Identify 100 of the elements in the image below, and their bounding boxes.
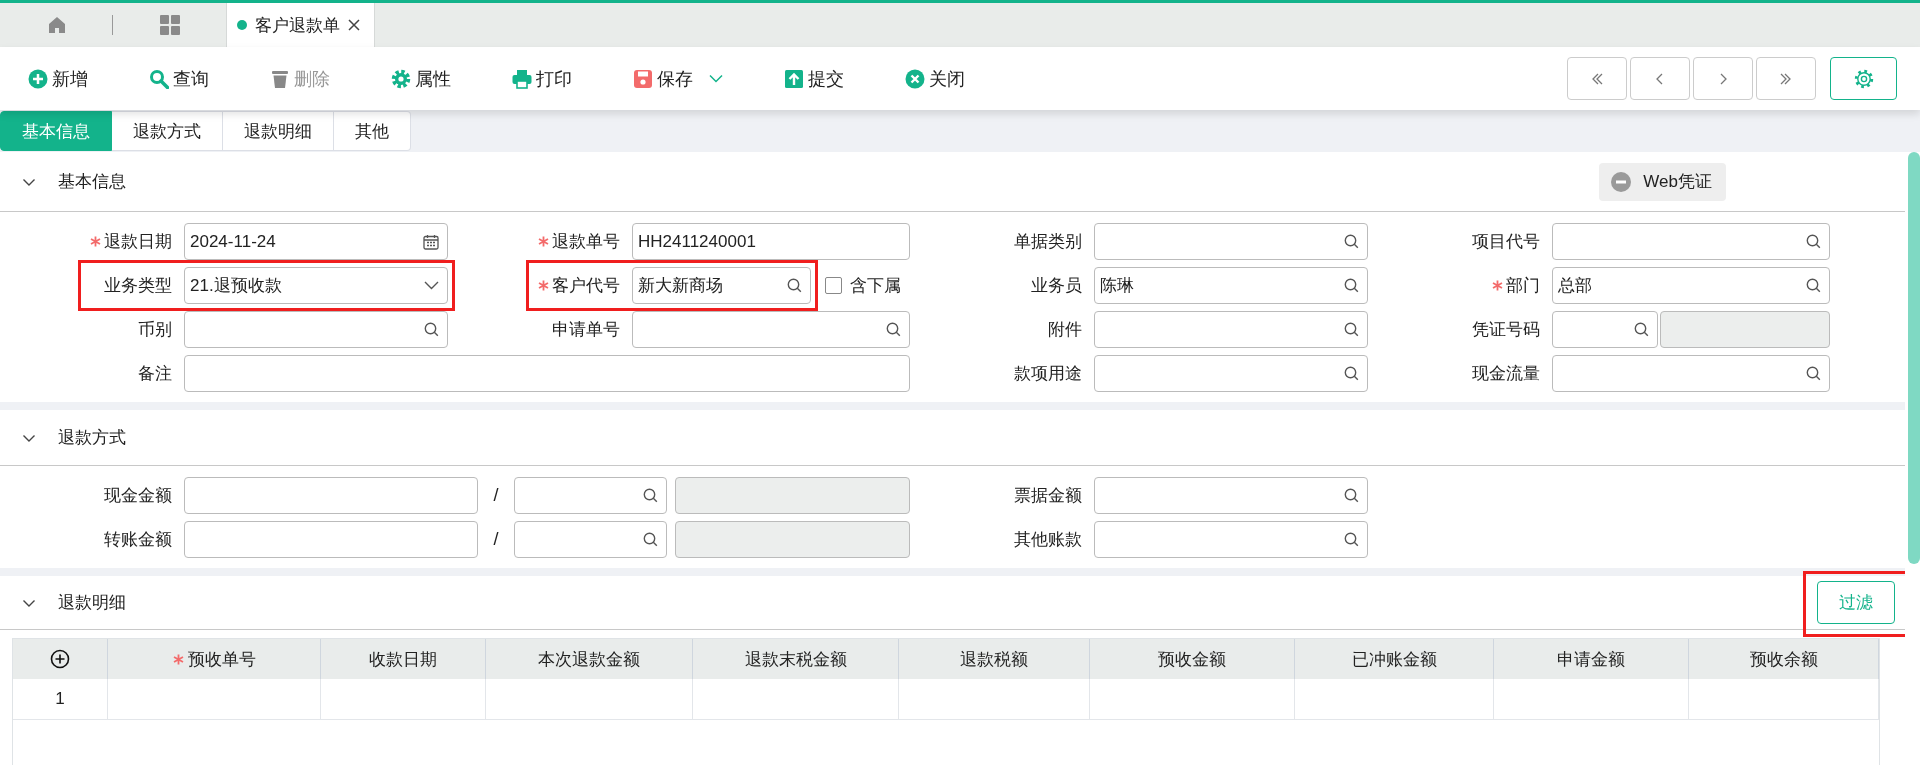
field-label: 退款日期 [104,231,172,253]
lookup-field[interactable]: 总部 [1552,267,1830,304]
search-icon [424,322,439,337]
form-tab[interactable]: 退款明细 [223,111,334,151]
grid-icon [158,14,181,36]
search-icon [643,488,658,503]
toolbar-button[interactable]: 关闭 [905,66,965,91]
text-field[interactable]: HH2411240001 [632,223,910,260]
field-label: 备注 [138,363,172,385]
chevron-down-icon [424,281,439,290]
pager-button[interactable] [1630,57,1690,100]
date-field[interactable]: 2024-11-24 [184,223,448,260]
lookup-field[interactable] [1094,521,1368,558]
lookup-field[interactable]: 陈琳 [1094,267,1368,304]
lookup-field[interactable] [1552,223,1830,260]
checkbox[interactable] [825,277,842,294]
trash-icon [270,68,290,89]
search-icon [1344,488,1359,503]
search-icon [787,278,802,293]
web-voucher-button[interactable]: Web凭证 [1599,162,1726,201]
settings-icon [1852,67,1875,90]
printer-icon [512,68,532,89]
toolbar-button[interactable]: 新增 [28,66,88,91]
row-number: 1 [55,689,65,709]
field-label: 附件 [1048,319,1082,341]
field-label: 款项用途 [1014,363,1082,385]
field-label: 转账金额 [104,529,172,551]
plus-circle-icon [28,68,48,89]
column-header: 收款日期 [369,648,437,671]
text-field[interactable] [184,477,478,514]
field-label: 币别 [138,319,172,341]
toolbar-button[interactable]: 打印 [512,66,572,91]
field-label: 现金流量 [1472,363,1540,385]
toolbar-button[interactable]: 保存 [633,66,723,91]
slash-separator: / [492,528,500,551]
form-tab[interactable]: 退款方式 [112,111,223,151]
toolbar-button[interactable]: 查询 [149,66,209,91]
field-label: 客户代号 [552,275,620,297]
field-label: 现金金额 [104,485,172,507]
lookup-field[interactable] [184,311,448,348]
search-icon [1344,532,1359,547]
lookup-field[interactable] [1094,355,1368,392]
field-label: 退款单号 [552,231,620,253]
column-header: 预收金额 [1158,648,1226,671]
lookup-field[interactable] [632,311,910,348]
section-title: 基本信息 [58,171,126,193]
column-header: 本次退款金额 [538,648,640,671]
field-label: 单据类别 [1014,231,1082,253]
section-title: 退款明细 [58,592,126,614]
search-icon [1806,278,1821,293]
column-header: 申请金额 [1557,648,1625,671]
search-icon [1806,366,1821,381]
text-field[interactable] [184,355,910,392]
pager-button[interactable] [1567,57,1627,100]
lookup-field[interactable]: 新大新商场 [632,267,811,304]
search-icon [1344,278,1359,293]
dropdown-field[interactable]: 21.退预收款 [184,267,448,304]
field-label: 票据金额 [1014,485,1082,507]
lookup-field[interactable] [514,477,667,514]
home-icon [46,15,67,35]
search-icon [643,532,658,547]
form-tab[interactable]: 其他 [334,111,411,151]
settings-button[interactable] [1830,57,1897,100]
lookup-field[interactable] [1094,223,1368,260]
column-header: 退款税额 [960,648,1028,671]
close-icon[interactable] [348,19,360,31]
search-icon [1344,234,1359,249]
field-label: 业务类型 [104,275,172,297]
lookup-field[interactable] [1552,355,1830,392]
slash-separator: / [492,484,500,507]
column-header: 预收余额 [1749,648,1818,671]
search-icon [1634,322,1649,337]
search-icon [1344,322,1359,337]
field-label: 项目代号 [1472,231,1540,253]
text-field[interactable] [184,521,478,558]
search-icon [1806,234,1821,249]
toolbar-button[interactable]: 属性 [391,66,451,91]
calendar-icon [423,233,439,250]
field-label: 部门 [1506,275,1540,297]
field-label: 其他账款 [1014,529,1082,551]
page-tab[interactable]: 客户退款单 [226,3,375,47]
toolbar-button[interactable]: 提交 [784,66,844,91]
field-label: 业务员 [1031,275,1082,297]
checkbox-label: 含下属 [850,275,901,297]
plus-circle-icon[interactable] [50,649,70,669]
column-header: 预收单号 [187,648,256,671]
column-header: 退款末税金额 [744,648,847,671]
search-icon [149,68,169,89]
minus-circle-icon [1611,171,1632,192]
column-header: 已冲账金额 [1351,648,1437,671]
close-icon [905,68,925,89]
lookup-field[interactable] [514,521,667,558]
pager-button[interactable] [1756,57,1816,100]
search-icon [1344,366,1359,381]
search-icon [886,322,901,337]
pager-button[interactable] [1693,57,1753,100]
lookup-field[interactable] [1552,311,1658,348]
lookup-field[interactable] [1094,477,1368,514]
vertical-scrollbar[interactable] [1905,152,1920,765]
lookup-field[interactable] [1094,311,1368,348]
